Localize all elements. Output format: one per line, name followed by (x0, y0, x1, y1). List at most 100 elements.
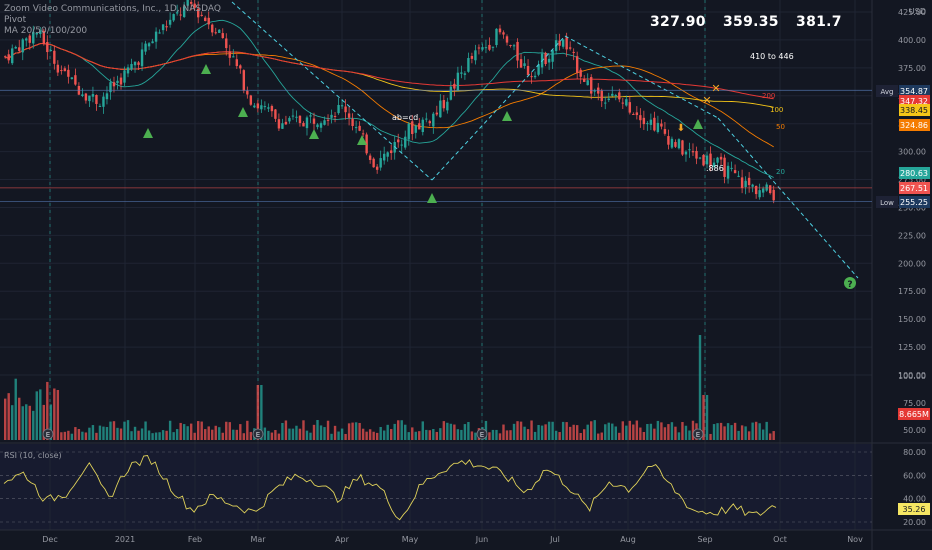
volume-bar (512, 423, 516, 440)
candle-body (232, 56, 235, 58)
rsi-tick-label: 20.00 (903, 518, 926, 527)
volume-bar (302, 420, 305, 440)
candle-body (379, 158, 382, 168)
volume-bar (11, 405, 14, 440)
volume-bar (586, 424, 589, 440)
volume-bar (446, 422, 449, 440)
candle-body (502, 32, 505, 35)
candle-body (354, 127, 358, 129)
candle-body (761, 188, 765, 193)
candle-body (351, 118, 354, 127)
candle-body (147, 43, 151, 47)
candle-body (505, 36, 509, 43)
volume-bar (404, 424, 407, 440)
candle-body (344, 106, 347, 113)
volume-bar (270, 432, 274, 440)
volume-bar (537, 424, 540, 440)
candle-body (112, 82, 116, 87)
volume-bar (119, 428, 123, 440)
volume-bar (414, 431, 417, 440)
volume-bar (330, 433, 333, 440)
cross-marker: ✕ (711, 82, 720, 95)
volume-bar (590, 421, 593, 440)
candle-body (305, 117, 309, 129)
volume-bar (123, 421, 126, 440)
candle-body (583, 79, 586, 82)
volume-bar (411, 427, 414, 440)
volume-bar (35, 391, 38, 440)
candle-body (484, 47, 488, 49)
y-tick-label: 200.00 (898, 259, 926, 268)
volume-bar (628, 420, 632, 440)
candle-body (477, 47, 481, 49)
volume-bar (733, 422, 737, 440)
candle-body (646, 123, 649, 125)
candle-body (221, 33, 224, 39)
candle-body (467, 58, 470, 72)
candle-body (516, 41, 519, 61)
volume-bar (358, 422, 361, 440)
candle-body (46, 41, 49, 53)
volume-bar (225, 421, 228, 440)
volume-bar (207, 426, 210, 440)
candle-body (400, 144, 403, 146)
candle-body (70, 77, 74, 80)
volume-bar (137, 430, 140, 440)
candle-body (102, 96, 105, 107)
candle-body (246, 90, 249, 95)
candle-body (144, 43, 147, 52)
volume-bar (375, 432, 379, 440)
candle-body (495, 28, 498, 46)
candle-body (326, 119, 330, 121)
volume-bar (568, 426, 572, 440)
volume-bar (249, 431, 253, 440)
candle-body (456, 72, 460, 91)
volume-bar (368, 429, 372, 440)
volume-bar (400, 420, 403, 440)
candle-body (544, 52, 547, 65)
volume-bar (516, 421, 519, 440)
volume-bar (288, 428, 291, 440)
volume-bar (14, 378, 17, 440)
candle-body (368, 155, 372, 160)
volume-bar (193, 432, 196, 440)
chart-header: Zoom Video Communications, Inc., 1D, NAS… (4, 4, 221, 37)
y-tick-label: 175.00 (898, 287, 926, 296)
volume-bar (432, 429, 435, 440)
volume-bar (298, 428, 302, 440)
volume-bar (333, 425, 337, 440)
candle-body (67, 69, 70, 77)
volume-bar (565, 422, 568, 440)
candle-body (639, 115, 642, 121)
volume-bar (186, 426, 189, 440)
volume-bar (291, 428, 295, 440)
volume-bar (572, 424, 575, 440)
volume-bar (460, 429, 463, 440)
price-tag-value: 354.87 (900, 87, 928, 96)
volume-bar (197, 421, 200, 440)
earnings-marker-text: E (256, 431, 260, 439)
candle-body (653, 117, 656, 131)
candle-body (488, 44, 491, 50)
volume-bar (88, 427, 91, 440)
y-tick-label: 125.00 (898, 343, 926, 352)
volume-bar (56, 390, 60, 440)
x-tick-label: Apr (335, 535, 350, 544)
volume-bar (305, 430, 309, 440)
volume-bar (70, 433, 74, 440)
volume-bar (84, 432, 88, 440)
volume-bar (547, 421, 551, 440)
candle-body (295, 116, 298, 118)
stock-chart[interactable]: 2001005020 ✕✕⬇?E E E E RSI (10, close) 425.… (0, 0, 932, 550)
earnings-marker-text: E (480, 431, 484, 439)
candle-body (281, 123, 284, 129)
candle-body (768, 185, 772, 194)
volume-bar (267, 430, 270, 440)
candle-body (561, 39, 565, 47)
volume-bar (235, 429, 238, 440)
volume-bar (772, 431, 775, 440)
volume-bar (498, 433, 502, 440)
candle-body (105, 93, 109, 100)
candle-body (684, 151, 688, 155)
volume-bar (284, 420, 288, 440)
